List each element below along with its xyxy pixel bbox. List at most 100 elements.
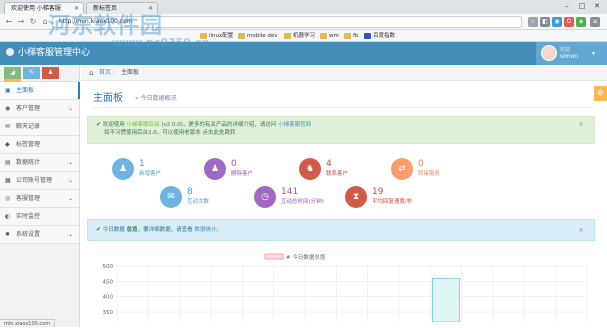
sidebar-item-4[interactable]: ▤ 数据统计 ⌄ bbox=[0, 154, 79, 172]
sidebar-item-label: 系统设置 bbox=[16, 231, 41, 238]
stat-value: 19 bbox=[372, 187, 384, 197]
close-icon[interactable]: × bbox=[578, 120, 584, 128]
chat-icon: ✉ bbox=[5, 123, 11, 130]
chevron-down-icon: ⌄ bbox=[67, 177, 73, 184]
sidebar-item-label: 客户管理 bbox=[16, 105, 41, 112]
stat-tile[interactable]: ◷ 141 互动总时间(分钟) bbox=[254, 186, 354, 210]
user-remove-icon: ♟ bbox=[204, 158, 226, 180]
legend-label: # 今日数据总揽 bbox=[286, 253, 326, 261]
stat-value: 4 bbox=[326, 159, 332, 169]
bar-chart-icon: ▤ bbox=[5, 159, 11, 166]
sidebar-menu: ▣ 主面板 ◉ 客户管理 ⌄ ✉ 聊天记录 ◆ 标签管理 ▤ 数据统计 ⌄ ▦ 公司账号管理 ⌄ ◎ 客服管理 ⌄… bbox=[0, 82, 80, 244]
close-icon[interactable]: × bbox=[578, 220, 584, 240]
chart: # 今日数据总揽 500 450 400 350 bbox=[87, 250, 595, 323]
sidebar-item-label: 标签管理 bbox=[16, 141, 41, 148]
stat-value: 141 bbox=[281, 187, 299, 197]
user-plus-icon: ♟ bbox=[112, 158, 134, 180]
stat-tile[interactable]: ⧗ 19 平均回复速度/秒 bbox=[345, 186, 445, 210]
folder-icon bbox=[238, 33, 245, 39]
bookmark-link[interactable]: 百度指数 bbox=[364, 31, 395, 41]
data-stats-link[interactable]: 数据统计 bbox=[194, 227, 216, 233]
forward-icon[interactable]: → bbox=[16, 17, 26, 27]
sidebar-item-5[interactable]: ▦ 公司账号管理 ⌄ bbox=[0, 172, 79, 190]
hourglass-icon: ⧗ bbox=[345, 186, 367, 208]
sidebar-item-label: 实时监控 bbox=[16, 213, 41, 220]
users-icon: ◉ bbox=[5, 105, 11, 112]
breadcrumb-home-link[interactable]: 首页 bbox=[99, 65, 111, 81]
page-title: 主面板 bbox=[93, 93, 123, 104]
welcome-line-1: ✔ 欢迎使用 小梯客服后台 (v2.0.0)，更多的有关产品的详细介绍，请访问 … bbox=[96, 121, 312, 128]
welcome-alert: ✔ 欢迎使用 小梯客服后台 (v2.0.0)，更多的有关产品的详细介绍，请访问 … bbox=[87, 116, 595, 144]
today-overview-link[interactable]: 总览 bbox=[127, 227, 138, 233]
chevron-down-icon: ⌄ bbox=[67, 105, 73, 112]
sidebar-item-6[interactable]: ◎ 客服管理 ⌄ bbox=[0, 190, 79, 208]
baidu-icon bbox=[364, 33, 371, 39]
shortcut-chart-button[interactable]: ◢ bbox=[4, 67, 21, 79]
sidebar-item-7[interactable]: ◐ 实时监控 bbox=[0, 208, 79, 226]
brand[interactable]: 小梯客服管理中心 bbox=[6, 42, 90, 65]
chevron-down-icon: ⌄ bbox=[67, 159, 73, 166]
y-tick-label: 400 bbox=[103, 295, 114, 301]
dashboard-icon: ▣ bbox=[5, 87, 11, 94]
shortcut-edit-button[interactable]: ✎ bbox=[23, 67, 40, 79]
stat-tile[interactable]: ♟ 0 删除客户 bbox=[204, 158, 304, 182]
stat-label: 联系客户 bbox=[326, 171, 349, 177]
today-alert: ✔ 今日数据 总览，要详细数据，请查看 数据统计。 × bbox=[87, 219, 595, 241]
stat-tile[interactable]: ♟ 1 新增客户 bbox=[112, 158, 212, 182]
building-icon: ▦ bbox=[5, 177, 11, 184]
page-header: 主面板 » 今日数据概况 bbox=[93, 86, 593, 108]
stat-value: 8 bbox=[187, 187, 193, 197]
extension-icon[interactable]: ◈ bbox=[576, 17, 586, 27]
reload-icon[interactable]: ↻ bbox=[28, 17, 38, 27]
official-site-link[interactable]: 小梯客服官网 bbox=[278, 122, 311, 128]
bookmark-folder[interactable]: wm bbox=[320, 31, 339, 41]
bookmark-folder[interactable]: fb bbox=[344, 31, 358, 41]
user-name: simon bbox=[560, 53, 579, 60]
stat-label: 转接服务 bbox=[418, 171, 441, 177]
sidebar-item-label: 聊天记录 bbox=[16, 123, 41, 130]
tag-icon: ◆ bbox=[5, 141, 10, 148]
app-header: 小梯客服管理中心 欢迎 simon ▾ bbox=[0, 42, 607, 65]
chevron-down-icon: ▾ bbox=[592, 50, 596, 57]
maximize-icon[interactable]: □ bbox=[575, 1, 589, 11]
brand-title: 小梯客服管理中心 bbox=[18, 48, 91, 58]
y-tick-label: 350 bbox=[103, 310, 114, 316]
window-close-icon[interactable]: ✕ bbox=[590, 1, 604, 11]
sidebar-item-1[interactable]: ◉ 客户管理 ⌄ bbox=[0, 100, 79, 118]
stat-tile[interactable]: ♞ 4 联系客户 bbox=[299, 158, 399, 182]
settings-button[interactable]: ⚙ bbox=[594, 86, 607, 101]
stat-value: 0 bbox=[418, 159, 424, 169]
sidebar-item-label: 数据统计 bbox=[16, 159, 41, 166]
watermark-url: www.pc0359.cn bbox=[112, 36, 210, 49]
breadcrumb-separator: › bbox=[113, 69, 116, 76]
sidebar-item-label: 公司账号管理 bbox=[16, 177, 53, 184]
legend-swatch bbox=[264, 253, 284, 260]
stat-label: 删除客户 bbox=[231, 171, 254, 177]
stat-label: 互动总时间(分钟) bbox=[281, 199, 324, 205]
sidebar-item-2[interactable]: ✉ 聊天记录 bbox=[0, 118, 79, 136]
opera-icon[interactable]: O bbox=[564, 17, 574, 27]
eye-icon: ◐ bbox=[5, 213, 11, 220]
menu-icon[interactable]: ≡ bbox=[590, 17, 600, 27]
star-icon[interactable]: ☆ bbox=[528, 17, 538, 27]
chart-svg: # 今日数据总揽 500 450 400 350 bbox=[103, 253, 588, 323]
bookmark-folder[interactable]: mobile dev bbox=[238, 31, 278, 41]
welcome-line-2: 如不习惯使用后台2.0，可以使用老版本 点击此处跳转 bbox=[104, 130, 236, 136]
chart-bar bbox=[432, 277, 460, 323]
user-menu[interactable]: 欢迎 simon ▾ bbox=[536, 42, 607, 65]
extension-icon[interactable]: ◧ bbox=[540, 17, 550, 27]
extension-icon[interactable]: ◉ bbox=[552, 17, 562, 27]
shortcut-users-button[interactable]: ♟ bbox=[42, 67, 59, 79]
sidebar-item-3[interactable]: ◆ 标签管理 bbox=[0, 136, 79, 154]
bookmark-folder[interactable]: 机器学习 bbox=[284, 31, 315, 41]
stat-tile[interactable]: ✉ 8 互动次数 bbox=[160, 186, 260, 210]
sidebar-item-0[interactable]: ▣ 主面板 bbox=[0, 82, 80, 100]
sidebar-item-label: 客服管理 bbox=[16, 195, 41, 202]
stat-label: 平均回复速度/秒 bbox=[372, 199, 413, 205]
stat-tile[interactable]: ⇄ 0 转接服务 bbox=[391, 158, 491, 182]
breadcrumb: ⌂ 首页 › 主面板 bbox=[81, 65, 607, 81]
home-icon[interactable]: ⌂ bbox=[89, 65, 93, 81]
back-icon[interactable]: ← bbox=[4, 17, 14, 27]
minimize-icon[interactable]: – bbox=[560, 1, 574, 11]
sidebar-item-8[interactable]: ✹ 系统设置 ⌄ bbox=[0, 226, 79, 244]
